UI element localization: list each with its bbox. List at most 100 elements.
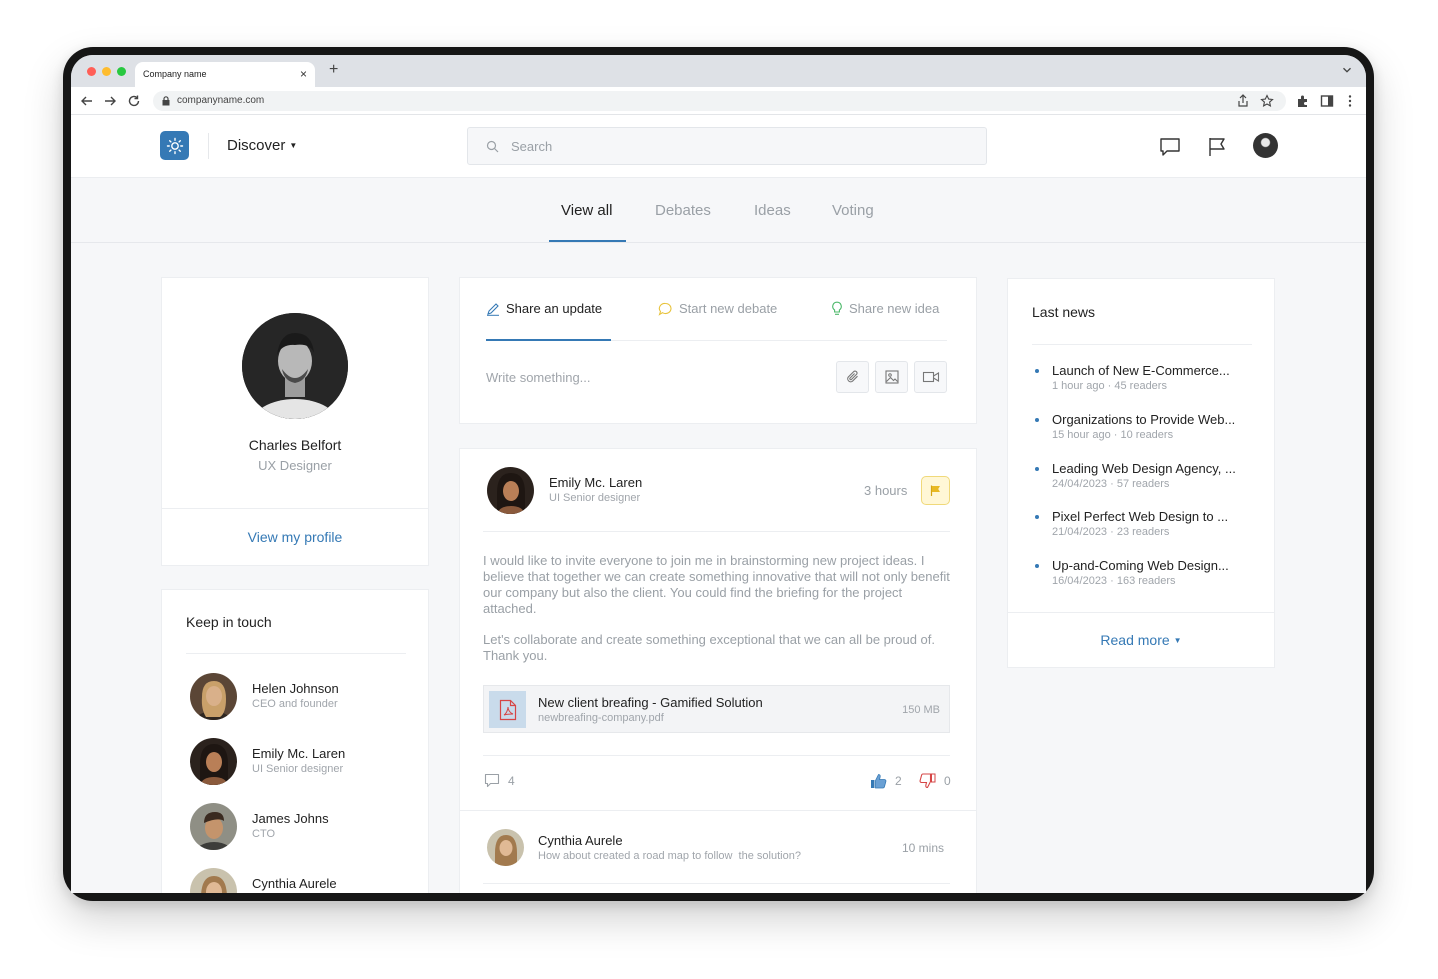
- forward-arrow-icon[interactable]: [102, 93, 118, 109]
- comments-count-button[interactable]: 4: [484, 773, 515, 788]
- news-item-title: Leading Web Design Agency, ...: [1052, 461, 1236, 476]
- browser-tab[interactable]: Company name ×: [135, 62, 315, 87]
- search-placeholder: Search: [511, 139, 553, 154]
- news-item-title: Up-and-Coming Web Design...: [1052, 558, 1229, 573]
- contact-name: Emily Mc. Laren: [252, 746, 346, 761]
- contact-role: UI Senior designer: [252, 763, 344, 775]
- start-debate-label: Start new debate: [679, 301, 778, 316]
- keep-in-touch-card: Keep in touch Helen Johnson CEO and foun…: [161, 589, 429, 893]
- like-button[interactable]: 2: [870, 773, 902, 789]
- app-logo[interactable]: [160, 131, 189, 160]
- active-tab-indicator: [549, 240, 626, 242]
- close-tab-icon[interactable]: ×: [300, 67, 307, 81]
- share-idea-label: Share new idea: [849, 301, 940, 316]
- post-author-name[interactable]: Emily Mc. Laren: [549, 475, 642, 490]
- device-frame: Company name × + companyname.com Discove…: [63, 47, 1374, 901]
- comment-text: How about created a road map to follow t…: [538, 850, 801, 862]
- share-idea-tab[interactable]: Share new idea: [831, 301, 939, 316]
- view-profile-link[interactable]: View my profile: [162, 529, 428, 545]
- search-icon: [486, 140, 499, 153]
- contact-item[interactable]: Emily Mc. Laren UI Senior designer: [190, 738, 410, 788]
- new-tab-icon[interactable]: +: [329, 61, 338, 79]
- add-image-button[interactable]: [875, 361, 908, 393]
- caret-down-icon: ▼: [289, 141, 298, 150]
- attachment-file[interactable]: New client breafing - Gamified Solution …: [483, 685, 950, 733]
- dislikes-count: 0: [944, 774, 951, 788]
- tab-debates[interactable]: Debates: [655, 202, 711, 219]
- contact-avatar: [190, 803, 237, 850]
- search-input[interactable]: Search: [467, 127, 987, 165]
- bullet-icon: [1035, 564, 1039, 568]
- address-bar[interactable]: companyname.com: [153, 91, 1286, 111]
- read-more-label: Read more: [1100, 632, 1170, 648]
- flag-icon: [930, 485, 940, 496]
- flag-post-button[interactable]: [921, 476, 950, 505]
- chevron-down-icon[interactable]: [1340, 63, 1354, 77]
- tab-ideas[interactable]: Ideas: [754, 202, 791, 219]
- flag-icon[interactable]: [1205, 135, 1229, 159]
- tab-voting[interactable]: Voting: [832, 202, 874, 219]
- comment-author-name[interactable]: Cynthia Aurele: [538, 833, 623, 848]
- contact-avatar: [190, 673, 237, 720]
- contact-name: Cynthia Aurele: [252, 876, 337, 891]
- contact-item[interactable]: Cynthia Aurele Project manager: [190, 868, 410, 893]
- contact-item[interactable]: James Johns CTO: [190, 803, 410, 853]
- share-icon[interactable]: [1236, 94, 1250, 108]
- user-avatar[interactable]: [1253, 133, 1278, 158]
- read-more-button[interactable]: Read more ▼: [1008, 632, 1274, 648]
- keep-in-touch-title: Keep in touch: [186, 614, 272, 630]
- add-video-button[interactable]: [914, 361, 947, 393]
- thumbs-up-icon: [871, 774, 887, 789]
- tab-view-all[interactable]: View all: [561, 202, 612, 219]
- bullet-icon: [1035, 369, 1039, 373]
- news-item-meta: 24/04/2023 · 57 readers: [1052, 478, 1170, 490]
- post-author-avatar[interactable]: [487, 467, 534, 514]
- contact-item[interactable]: Helen Johnson CEO and founder: [190, 673, 410, 723]
- last-news-title: Last news: [1032, 304, 1096, 320]
- url-text: companyname.com: [177, 95, 265, 106]
- post-input[interactable]: Write something...: [486, 370, 591, 385]
- image-icon: [884, 370, 899, 384]
- start-debate-tab[interactable]: Start new debate: [658, 301, 777, 316]
- share-update-tab[interactable]: Share an update: [486, 301, 602, 316]
- attachment-size: 150 MB: [902, 704, 940, 716]
- more-options-icon[interactable]: [1342, 93, 1358, 109]
- bookmark-star-icon[interactable]: [1260, 94, 1274, 108]
- post-author-role: UI Senior designer: [549, 492, 641, 504]
- dislike-button[interactable]: 0: [919, 773, 951, 789]
- comment-time: 10 mins: [902, 841, 945, 855]
- feed-tabs: View all Debates Ideas Voting: [71, 178, 1366, 243]
- last-news-card: Last news Launch of New E-Commerce... 1 …: [1007, 278, 1275, 668]
- video-camera-icon: [922, 371, 939, 383]
- attachment-title: New client breafing - Gamified Solution: [538, 695, 763, 710]
- post-paragraph: I would like to invite everyone to join …: [483, 553, 950, 616]
- extensions-icon[interactable]: [1295, 93, 1311, 109]
- maximize-window-button[interactable]: [117, 67, 126, 76]
- bullet-icon: [1035, 418, 1039, 422]
- post-card: Emily Mc. Laren UI Senior designer 3 hou…: [459, 448, 977, 893]
- divider: [460, 810, 976, 811]
- bullet-icon: [1035, 467, 1039, 471]
- divider: [483, 883, 950, 884]
- sidebar-panel-icon[interactable]: [1319, 93, 1335, 109]
- post-body: I would like to invite everyone to join …: [483, 553, 953, 664]
- reload-icon[interactable]: [126, 93, 142, 109]
- discover-menu[interactable]: Discover ▼: [227, 137, 297, 154]
- thumbs-down-icon: [919, 773, 936, 789]
- app-header: Discover ▼ Search: [71, 115, 1366, 178]
- post-paragraph: Let's collaborate and create something e…: [483, 632, 935, 663]
- attach-file-button[interactable]: [836, 361, 869, 393]
- minimize-window-button[interactable]: [102, 67, 111, 76]
- contact-name: Helen Johnson: [252, 681, 339, 696]
- messages-icon[interactable]: [1158, 135, 1182, 159]
- back-arrow-icon[interactable]: [79, 93, 95, 109]
- lightbulb-icon: [832, 301, 842, 315]
- share-update-label: Share an update: [506, 301, 603, 316]
- header-divider: [208, 133, 209, 159]
- contact-avatar: [190, 738, 237, 785]
- divider: [1008, 612, 1274, 613]
- close-window-button[interactable]: [87, 67, 96, 76]
- attachment-filename: newbreafing-company.pdf: [538, 712, 664, 724]
- comment-author-avatar[interactable]: [487, 829, 524, 866]
- divider: [483, 755, 950, 756]
